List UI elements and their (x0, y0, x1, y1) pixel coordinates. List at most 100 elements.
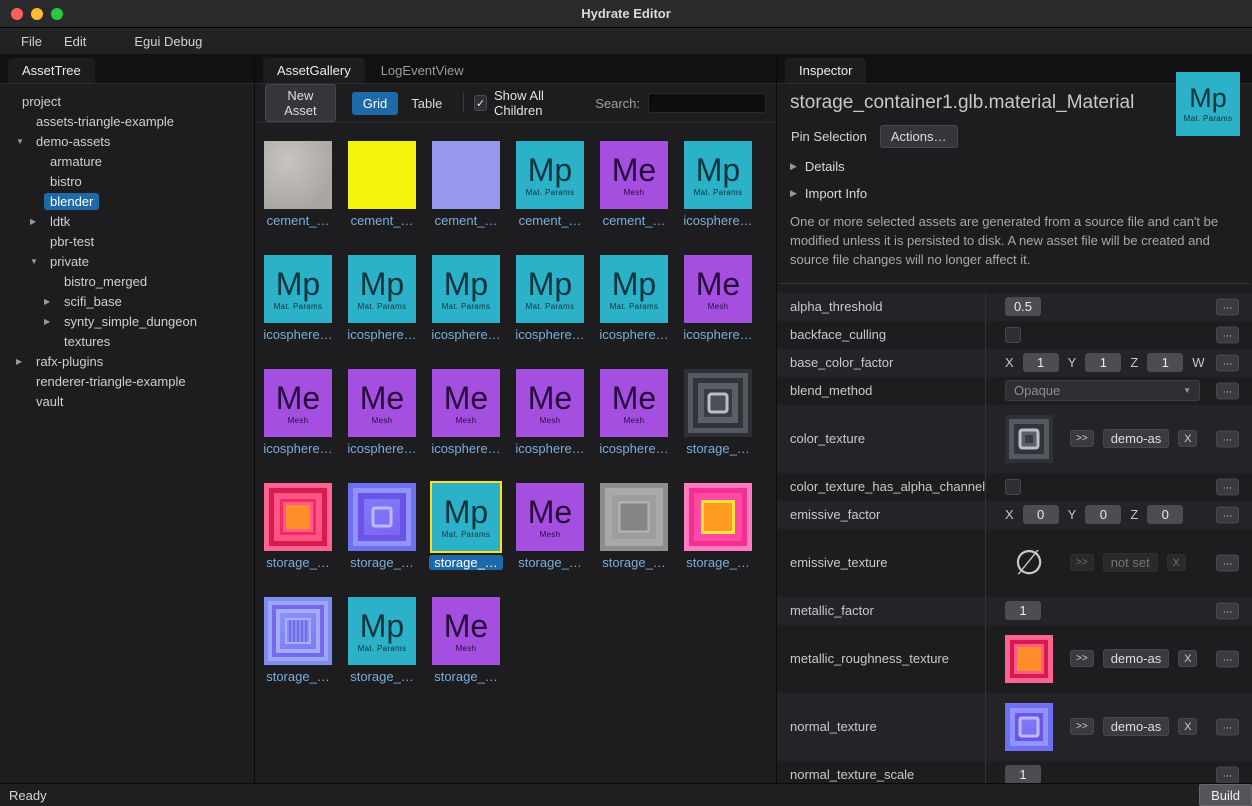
asset-tile[interactable]: storage_… (340, 483, 424, 597)
tree-item-scifi_base[interactable]: ▶scifi_base (0, 291, 254, 311)
asset-tile[interactable]: MpMat. Paramsicosphere… (424, 255, 508, 369)
drag-value-input[interactable]: 1 (1005, 765, 1041, 783)
asset-tile[interactable]: MpMat. Paramsicosphere… (256, 255, 340, 369)
asset-tile[interactable]: cement_… (256, 141, 340, 255)
new-asset-button[interactable]: New Asset (265, 84, 336, 122)
search-input[interactable] (648, 93, 766, 113)
clear-reference-button[interactable]: X (1178, 430, 1197, 447)
tab-inspector[interactable]: Inspector (785, 58, 866, 83)
build-button[interactable]: Build (1199, 784, 1252, 806)
more-options-button[interactable]: … (1216, 650, 1239, 667)
asset-tile[interactable]: MeMeshicosphere… (340, 369, 424, 483)
asset-reference-value[interactable]: demo-as (1103, 429, 1170, 448)
more-options-button[interactable]: … (1216, 354, 1239, 371)
tab-logeventview[interactable]: LogEventView (367, 58, 478, 83)
tab-asset-tree[interactable]: AssetTree (8, 58, 95, 83)
asset-tile[interactable]: MpMat. Paramsstorage_… (340, 597, 424, 711)
tree-item-demo-assets[interactable]: ▼demo-assets (0, 131, 254, 151)
goto-asset-button[interactable]: >> (1070, 430, 1094, 447)
asset-tile[interactable]: storage_… (676, 369, 760, 483)
more-options-button[interactable]: … (1216, 506, 1239, 523)
tree-item-vault[interactable]: vault (0, 391, 254, 411)
more-options-button[interactable]: … (1216, 382, 1239, 399)
view-grid-button[interactable]: Grid (352, 92, 399, 115)
actions-button[interactable]: Actions… (880, 125, 958, 148)
drag-value-input[interactable]: 0 (1147, 505, 1183, 524)
expand-arrow-icon[interactable]: ▶ (16, 357, 30, 366)
more-options-button[interactable]: … (1216, 766, 1239, 783)
tree-item-textures[interactable]: textures (0, 331, 254, 351)
collapse-arrow-icon[interactable]: ▼ (30, 257, 44, 266)
asset-reference-value[interactable]: demo-as (1103, 649, 1170, 668)
asset-tile[interactable]: MpMat. Paramsstorage_… (424, 483, 508, 597)
close-window-button[interactable] (11, 8, 23, 20)
tree-item-renderer-triangle-example[interactable]: renderer-triangle-example (0, 371, 254, 391)
more-options-button[interactable]: … (1216, 430, 1239, 447)
asset-tile[interactable]: storage_… (256, 597, 340, 711)
goto-asset-button[interactable]: >> (1070, 554, 1094, 571)
more-options-button[interactable]: … (1216, 554, 1239, 571)
expand-arrow-icon[interactable]: ▶ (30, 217, 44, 226)
show-all-children-checkbox[interactable]: ✓ Show All Children (474, 88, 573, 118)
asset-tile[interactable]: cement_… (340, 141, 424, 255)
asset-tile[interactable]: MeMeshstorage_… (508, 483, 592, 597)
tree-item-bistro_merged[interactable]: bistro_merged (0, 271, 254, 291)
menu-item-egui-debug[interactable]: Egui Debug (123, 32, 213, 51)
drag-value-input[interactable]: 1 (1085, 353, 1121, 372)
menu-item-file[interactable]: File (10, 32, 53, 51)
zoom-window-button[interactable] (51, 8, 63, 20)
clear-reference-button[interactable]: X (1167, 554, 1186, 571)
drag-value-input[interactable]: 1 (1023, 353, 1059, 372)
asset-tile[interactable]: MeMeshcement_… (592, 141, 676, 255)
drag-value-input[interactable]: 1 (1147, 353, 1183, 372)
tree-item-assets-triangle-example[interactable]: assets-triangle-example (0, 111, 254, 131)
drag-value-input[interactable]: 0 (1023, 505, 1059, 524)
asset-tile[interactable]: MeMeshicosphere… (592, 369, 676, 483)
tree-item-armature[interactable]: armature (0, 151, 254, 171)
tree-item-rafx-plugins[interactable]: ▶rafx-plugins (0, 351, 254, 371)
asset-tile[interactable]: MeMeshicosphere… (508, 369, 592, 483)
asset-tile[interactable]: storage_… (256, 483, 340, 597)
tree-item-pbr-test[interactable]: pbr-test (0, 231, 254, 251)
menu-item-edit[interactable]: Edit (53, 32, 97, 51)
clear-reference-button[interactable]: X (1178, 718, 1197, 735)
minimize-window-button[interactable] (31, 8, 43, 20)
more-options-button[interactable]: … (1216, 602, 1239, 619)
more-options-button[interactable]: … (1216, 326, 1239, 343)
expand-arrow-icon[interactable]: ▶ (44, 317, 58, 326)
asset-tile[interactable]: storage_… (676, 483, 760, 597)
tree-item-blender[interactable]: blender (0, 191, 254, 211)
asset-tile[interactable]: MpMat. Paramsicosphere… (508, 255, 592, 369)
tree-item-project[interactable]: project (0, 91, 254, 111)
asset-tile[interactable]: MeMeshicosphere… (676, 255, 760, 369)
goto-asset-button[interactable]: >> (1070, 650, 1094, 667)
tree-item-synty_simple_dungeon[interactable]: ▶synty_simple_dungeon (0, 311, 254, 331)
collapse-arrow-icon[interactable]: ▼ (16, 137, 30, 146)
goto-asset-button[interactable]: >> (1070, 718, 1094, 735)
more-options-button[interactable]: … (1216, 718, 1239, 735)
asset-reference-value[interactable]: demo-as (1103, 717, 1170, 736)
asset-tile[interactable]: storage_… (592, 483, 676, 597)
drag-value-input[interactable]: 1 (1005, 601, 1041, 620)
drag-value-input[interactable]: 0 (1085, 505, 1121, 524)
asset-tile[interactable]: cement_… (424, 141, 508, 255)
blend-method-dropdown[interactable]: Opaque▼ (1005, 380, 1200, 401)
asset-tile[interactable]: MpMat. Paramsicosphere… (592, 255, 676, 369)
asset-tile[interactable]: MpMat. Paramscement_… (508, 141, 592, 255)
view-table-button[interactable]: Table (400, 92, 453, 115)
more-options-button[interactable]: … (1216, 478, 1239, 495)
more-options-button[interactable]: … (1216, 298, 1239, 315)
expand-arrow-icon[interactable]: ▶ (44, 297, 58, 306)
clear-reference-button[interactable]: X (1178, 650, 1197, 667)
tree-item-private[interactable]: ▼private (0, 251, 254, 271)
pin-selection-button[interactable]: Pin Selection (790, 126, 868, 147)
checkbox[interactable] (1005, 327, 1021, 343)
tab-assetgallery[interactable]: AssetGallery (263, 58, 365, 83)
asset-tile[interactable]: MeMeshstorage_… (424, 597, 508, 711)
asset-tile[interactable]: MeMeshicosphere… (256, 369, 340, 483)
asset-tile[interactable]: MeMeshicosphere… (424, 369, 508, 483)
asset-reference-value[interactable]: not set (1103, 553, 1158, 572)
tree-item-bistro[interactable]: bistro (0, 171, 254, 191)
import-info-section-header[interactable]: ▶ Import Info (777, 175, 1252, 202)
drag-value-input[interactable]: 0.5 (1005, 297, 1041, 316)
